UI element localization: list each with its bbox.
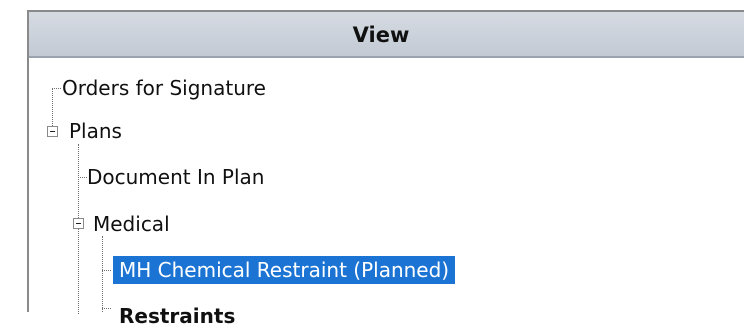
tree-item-document-in-plan[interactable]: Document In Plan bbox=[87, 163, 264, 191]
tree-connector-plans-children bbox=[78, 144, 79, 314]
minus-box-icon[interactable] bbox=[73, 218, 84, 229]
view-tree: Orders for Signature Plans Document In P… bbox=[29, 58, 744, 328]
view-panel: View Orders for Signature Plans Document… bbox=[27, 10, 744, 328]
tree-connector-selected bbox=[102, 270, 111, 271]
minus-box-icon[interactable] bbox=[47, 126, 58, 137]
tree-connector-document bbox=[78, 177, 87, 178]
tree-item-plans[interactable]: Plans bbox=[69, 117, 122, 145]
tree-item-medical[interactable]: Medical bbox=[93, 210, 170, 238]
view-header-title: View bbox=[352, 23, 410, 47]
tree-item-selected-plan[interactable]: MH Chemical Restraint (Planned) bbox=[113, 256, 456, 284]
tree-connector-partial bbox=[102, 308, 111, 309]
tree-item-partial[interactable]: Restraints bbox=[119, 302, 235, 330]
tree-connector-orders bbox=[52, 88, 61, 89]
tree-item-orders-for-signature[interactable]: Orders for Signature bbox=[62, 74, 266, 102]
view-header[interactable]: View bbox=[29, 12, 744, 58]
tree-connector-medical-children bbox=[102, 236, 103, 312]
